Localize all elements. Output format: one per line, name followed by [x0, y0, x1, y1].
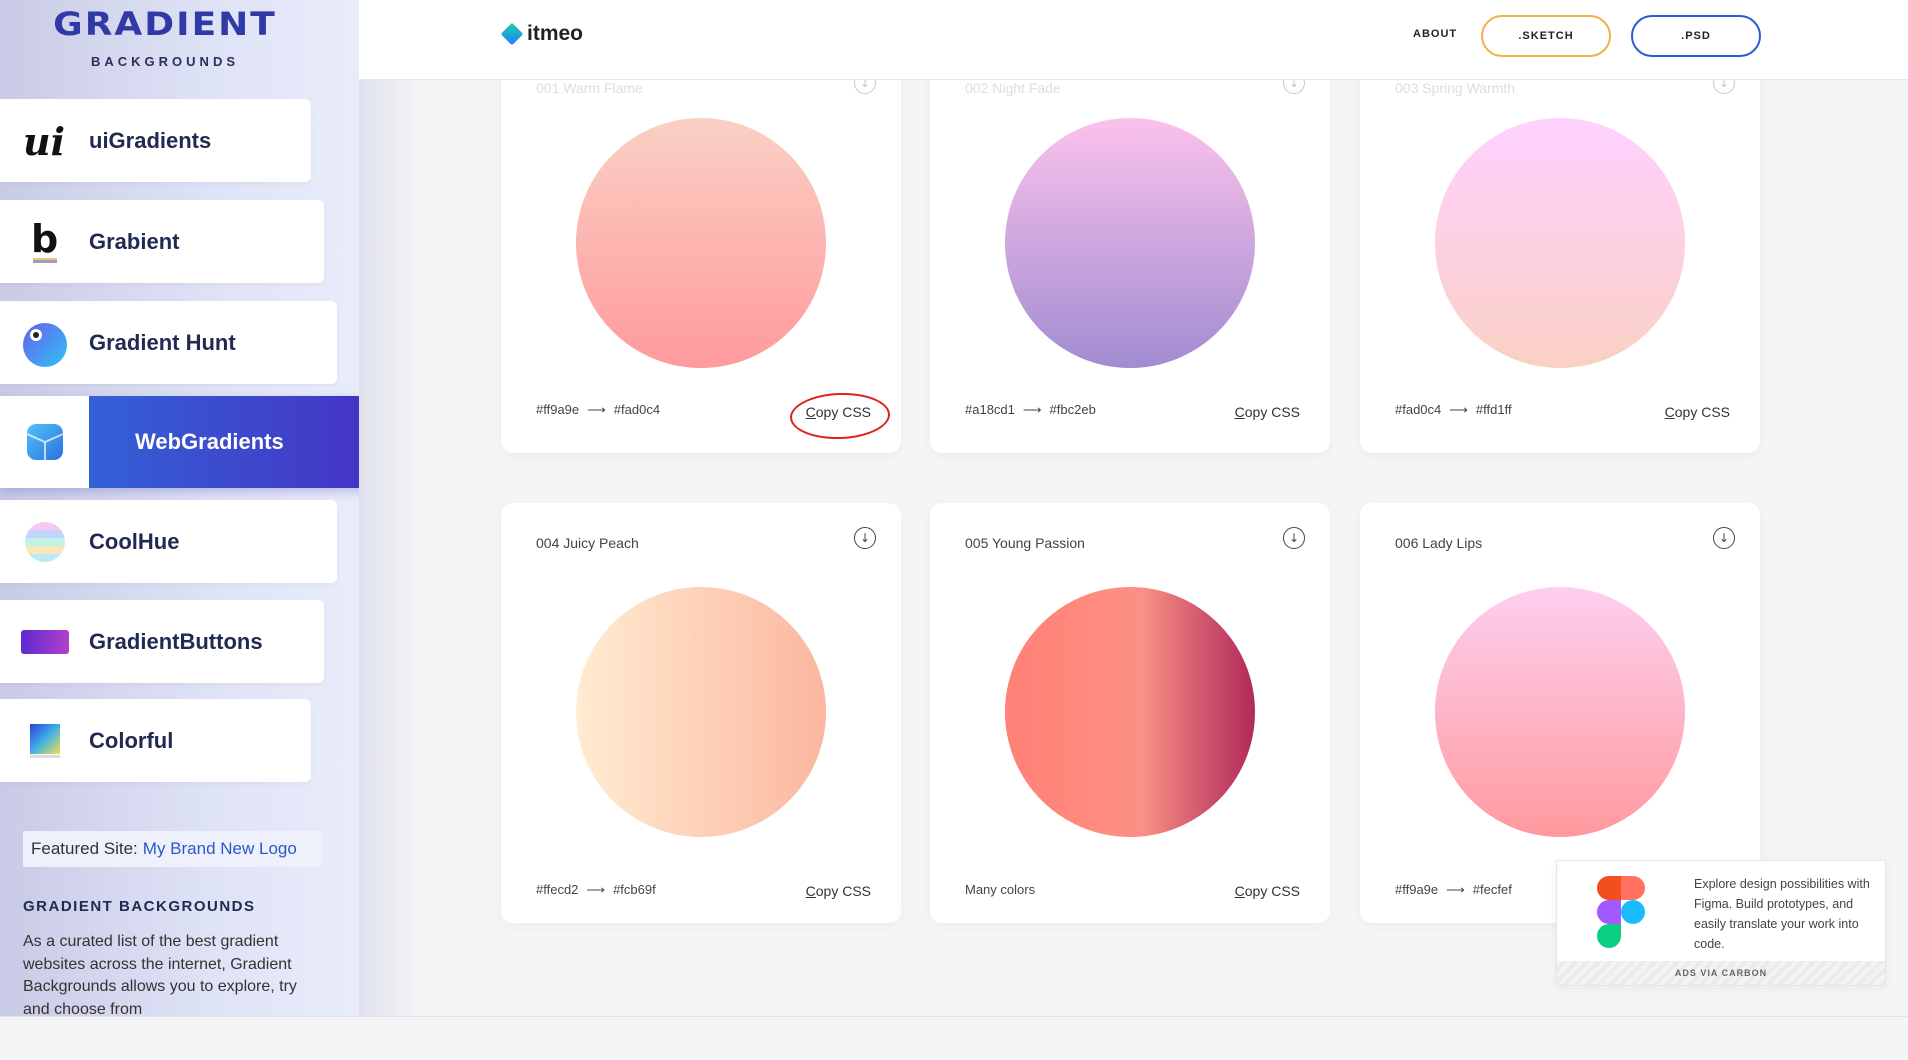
sidebar-item-label: uiGradients — [89, 127, 212, 153]
svg-text:ui: ui — [23, 121, 65, 161]
ui-script-icon: ui — [0, 99, 89, 182]
gradient-pill-icon — [0, 600, 89, 683]
color-to[interactable]: #fcb69f — [613, 882, 656, 897]
color-from[interactable]: #ff9a9e — [536, 402, 579, 417]
color-square-icon — [0, 699, 89, 782]
colors-text: Many colors — [965, 882, 1036, 897]
sidebar-item-label: WebGradients — [135, 429, 284, 454]
copy-css-label-initial: C — [1234, 404, 1245, 420]
cube-icon — [0, 396, 89, 488]
copy-css-label-rest: opy CSS — [815, 883, 871, 899]
top-header: itmeo ABOUT .SKETCH .PSD — [359, 0, 1908, 80]
sketch-download-button[interactable]: .SKETCH — [1481, 15, 1611, 57]
carbon-ad[interactable]: Explore design possibilities with Figma.… — [1556, 860, 1886, 986]
copy-css-label-rest: opy CSS — [1244, 883, 1300, 899]
card-colors: #a18cd1 ⟶ #fbc2eb — [965, 402, 1096, 418]
b-letter-icon: b — [0, 200, 89, 283]
card-colors: Many colors — [965, 882, 1035, 897]
bottom-bar — [0, 1016, 1908, 1060]
bird-icon — [0, 301, 89, 384]
sidebar-item-uigradients[interactable]: ui uiGradients — [0, 99, 311, 182]
psd-download-button[interactable]: .PSD — [1631, 15, 1761, 57]
gradient-preview[interactable] — [576, 587, 826, 837]
download-icon[interactable]: ↓ — [854, 527, 876, 549]
ad-footer[interactable]: ADS VIA CARBON — [1557, 961, 1885, 985]
sidebar-item-gradientbuttons[interactable]: GradientButtons — [0, 600, 324, 683]
gradient-card-004: 004 Juicy Peach ↓ #ffecd2 ⟶ #fcb69f Copy C… — [501, 503, 901, 923]
sidebar-item-label: Gradient Hunt — [89, 329, 236, 355]
logo-subtitle: BACKGROUNDS — [91, 54, 239, 69]
card-colors: #ff9a9e ⟶ #fecfef — [1395, 882, 1512, 898]
gradient-preview[interactable] — [1005, 118, 1255, 368]
gradient-preview[interactable] — [576, 118, 826, 368]
copy-css-label-initial: C — [805, 883, 816, 899]
ad-text[interactable]: Explore design possibilities with Figma.… — [1694, 874, 1874, 954]
featured-site: Featured Site: My Brand New Logo — [23, 831, 322, 867]
arrow-icon: ⟶ — [1446, 882, 1465, 897]
brand-name: itmeo — [527, 22, 584, 45]
copy-css-button[interactable]: Copy CSS — [1235, 404, 1300, 420]
svg-text:b: b — [31, 218, 58, 261]
sidebar-item-gradient-hunt[interactable]: Gradient Hunt — [0, 301, 337, 384]
gradient-card-003: 003 Spring Warmth ↓ #fad0c4 ⟶ #ffd1ff Copy… — [1360, 48, 1760, 453]
card-colors: #fad0c4 ⟶ #ffd1ff — [1395, 402, 1512, 418]
copy-css-label-initial: C — [1234, 883, 1245, 899]
arrow-icon: ⟶ — [1022, 402, 1042, 417]
color-to[interactable]: #fecfef — [1473, 882, 1512, 897]
card-colors: #ff9a9e ⟶ #fad0c4 — [536, 402, 660, 418]
gradient-preview[interactable] — [1005, 587, 1255, 837]
color-from[interactable]: #a18cd1 — [965, 402, 1015, 417]
copy-css-label-rest: opy CSS — [1244, 404, 1300, 420]
card-title: 001 Warm Flame — [536, 80, 643, 96]
featured-link[interactable]: My Brand New Logo — [143, 839, 297, 859]
card-colors: #ffecd2 ⟶ #fcb69f — [536, 882, 656, 898]
color-to[interactable]: #fad0c4 — [614, 402, 660, 417]
logo-title: GRADIENT — [53, 6, 277, 44]
sidebar-item-label: GradientButtons — [89, 628, 263, 654]
arrow-icon: ⟶ — [1449, 402, 1468, 417]
brand[interactable]: itmeo — [500, 22, 584, 46]
sidebar-shadow — [359, 0, 419, 1016]
arrow-icon: ⟶ — [586, 882, 606, 897]
color-from[interactable]: #fad0c4 — [1395, 402, 1441, 417]
copy-css-button[interactable]: Copy CSS — [1665, 404, 1730, 420]
card-title: 003 Spring Warmth — [1395, 80, 1516, 96]
nav-about-link[interactable]: ABOUT — [1413, 28, 1457, 40]
copy-css-label-rest: opy CSS — [1674, 404, 1730, 420]
color-to[interactable]: #fbc2eb — [1050, 402, 1096, 417]
gradient-card-005: 005 Young Passion ↓ Many colors Copy CSS — [930, 503, 1330, 923]
featured-prefix: Featured Site: — [31, 839, 138, 858]
sidebar-item-label: CoolHue — [89, 528, 180, 554]
gradient-preview[interactable] — [1435, 118, 1685, 368]
sidebar-item-colorful[interactable]: Colorful — [0, 699, 311, 782]
sidebar-item-webgradients[interactable]: WebGradients — [0, 396, 359, 488]
diamond-icon — [500, 22, 524, 46]
color-from[interactable]: #ff9a9e — [1395, 882, 1438, 897]
site-logo[interactable]: GRADIENT BACKGROUNDS — [30, 6, 300, 69]
copy-css-button[interactable]: Copy CSS — [1235, 883, 1300, 899]
download-icon[interactable]: ↓ — [1713, 527, 1735, 549]
sidebar-description: As a curated list of the best gradient w… — [23, 933, 297, 1016]
figma-logo-icon — [1597, 876, 1645, 948]
striped-circle-icon — [0, 500, 89, 583]
card-title: 005 Young Passion — [965, 535, 1085, 551]
color-from[interactable]: #ffecd2 — [536, 882, 578, 897]
arrow-icon: ⟶ — [587, 402, 606, 417]
sidebar-item-label: Colorful — [89, 727, 174, 753]
card-title: 006 Lady Lips — [1395, 535, 1483, 551]
sidebar-item-grabient[interactable]: b Grabient — [0, 200, 324, 283]
gradient-card-002: 002 Night Fade ↓ #a18cd1 ⟶ #fbc2eb Copy CS… — [930, 48, 1330, 453]
sidebar-item-coolhue[interactable]: CoolHue — [0, 500, 337, 583]
sidebar: GRADIENT BACKGROUNDS ui uiGradients b Gr… — [0, 0, 359, 1016]
gradient-preview[interactable] — [1435, 587, 1685, 837]
card-title: 004 Juicy Peach — [536, 535, 639, 551]
sidebar-heading: GRADIENT BACKGROUNDS — [23, 898, 256, 915]
sidebar-item-label: Grabient — [89, 228, 180, 254]
download-icon[interactable]: ↓ — [1283, 527, 1305, 549]
copy-css-label-initial: C — [1664, 404, 1675, 420]
copy-css-button[interactable]: Copy CSS — [806, 883, 871, 899]
card-title: 002 Night Fade — [965, 80, 1061, 96]
color-to[interactable]: #ffd1ff — [1476, 402, 1512, 417]
